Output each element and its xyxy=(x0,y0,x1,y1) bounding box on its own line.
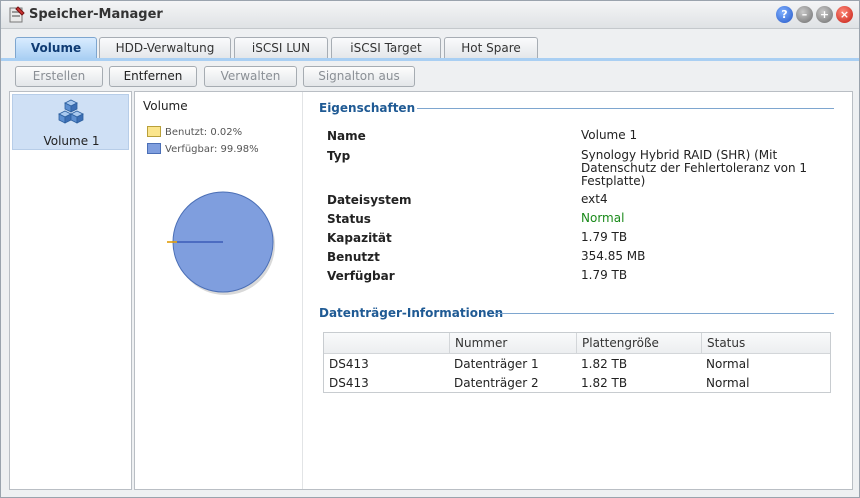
prop-key-status: Status xyxy=(327,212,371,226)
remove-button[interactable]: Entfernen xyxy=(109,66,197,87)
legend-item-available: Verfügbar: 99.98% xyxy=(147,143,259,157)
properties-section-title: Eigenschaften xyxy=(319,101,416,115)
table-row[interactable]: DS413 Datenträger 2 1.82 TB Normal xyxy=(324,374,830,393)
cell-number: Datenträger 2 xyxy=(454,376,539,390)
tab-iscsi-target[interactable]: iSCSI Target xyxy=(331,37,441,58)
column-header-size[interactable]: Plattengröße xyxy=(576,333,701,354)
chart-title: Volume xyxy=(143,99,188,113)
main-panel: Volume Benutzt: 0.02% Verfügbar: 99.98% … xyxy=(134,91,853,490)
help-button[interactable]: ? xyxy=(776,6,793,23)
cell-size: 1.82 TB xyxy=(581,376,628,390)
prop-value-available: 1.79 TB xyxy=(581,268,628,282)
legend-label-available: Verfügbar: 99.98% xyxy=(165,144,259,155)
prop-key-filesystem: Dateisystem xyxy=(327,193,412,207)
close-button[interactable]: × xyxy=(836,6,853,23)
tab-iscsi-lun[interactable]: iSCSI LUN xyxy=(234,37,328,58)
prop-value-name: Volume 1 xyxy=(581,128,638,142)
table-row[interactable]: DS413 Datenträger 1 1.82 TB Normal xyxy=(324,355,830,374)
legend-label-used: Benutzt: 0.02% xyxy=(165,127,243,138)
maximize-button[interactable]: + xyxy=(816,6,833,23)
legend-swatch-available xyxy=(147,143,161,154)
beep-off-button[interactable]: Signalton aus xyxy=(303,66,415,87)
cell-number: Datenträger 1 xyxy=(454,357,539,371)
prop-key-used: Benutzt xyxy=(327,250,380,264)
prop-value-type: Synology Hybrid RAID (SHR) (Mit Datensch… xyxy=(581,148,808,188)
cell-device: DS413 xyxy=(329,357,369,371)
pie-chart xyxy=(167,191,275,295)
volume-list-item[interactable]: Volume 1 xyxy=(12,94,129,150)
legend-item-used: Benutzt: 0.02% xyxy=(147,126,242,140)
volume-usage-chart: Volume Benutzt: 0.02% Verfügbar: 99.98% xyxy=(135,92,303,489)
prop-key-name: Name xyxy=(327,129,366,143)
minimize-button[interactable]: – xyxy=(796,6,813,23)
speicher-manager-window: Speicher-Manager ? – + × Volume HDD-Verw… xyxy=(0,0,860,498)
disk-info-section-divider xyxy=(494,313,834,314)
column-header-device[interactable] xyxy=(324,333,449,354)
prop-value-used: 354.85 MB xyxy=(581,249,646,263)
prop-key-capacity: Kapazität xyxy=(327,231,392,245)
cell-status: Normal xyxy=(706,376,750,390)
prop-key-type: Typ xyxy=(327,149,351,163)
column-header-number[interactable]: Nummer xyxy=(449,333,576,354)
cell-size: 1.82 TB xyxy=(581,357,628,371)
window-title: Speicher-Manager xyxy=(29,7,163,22)
title-bar: Speicher-Manager ? – + × xyxy=(1,1,859,29)
tab-volume[interactable]: Volume xyxy=(15,37,97,59)
volume-list: Volume 1 xyxy=(9,91,132,490)
manage-button[interactable]: Verwalten xyxy=(204,66,297,87)
tab-hot-spare[interactable]: Hot Spare xyxy=(444,37,538,58)
prop-value-filesystem: ext4 xyxy=(581,192,608,206)
prop-value-capacity: 1.79 TB xyxy=(581,230,628,244)
tab-hdd-verwaltung[interactable]: HDD-Verwaltung xyxy=(99,37,231,58)
prop-value-status: Normal xyxy=(581,211,625,225)
prop-key-available: Verfügbar xyxy=(327,269,395,283)
cell-status: Normal xyxy=(706,357,750,371)
disk-table: Nummer Plattengröße Status DS413 Datentr… xyxy=(323,332,831,393)
disk-info-section-title: Datenträger-Informationen xyxy=(319,306,504,320)
cubes-icon xyxy=(58,99,84,124)
toolbar: Erstellen Entfernen Verwalten Signalton … xyxy=(1,61,859,91)
create-button[interactable]: Erstellen xyxy=(15,66,103,87)
disk-table-header: Nummer Plattengröße Status xyxy=(324,333,830,354)
app-icon xyxy=(9,6,25,23)
properties-section-divider xyxy=(417,108,834,109)
cell-device: DS413 xyxy=(329,376,369,390)
volume-list-item-label: Volume 1 xyxy=(43,134,100,148)
column-header-status[interactable]: Status xyxy=(701,333,830,354)
legend-swatch-used xyxy=(147,126,161,137)
